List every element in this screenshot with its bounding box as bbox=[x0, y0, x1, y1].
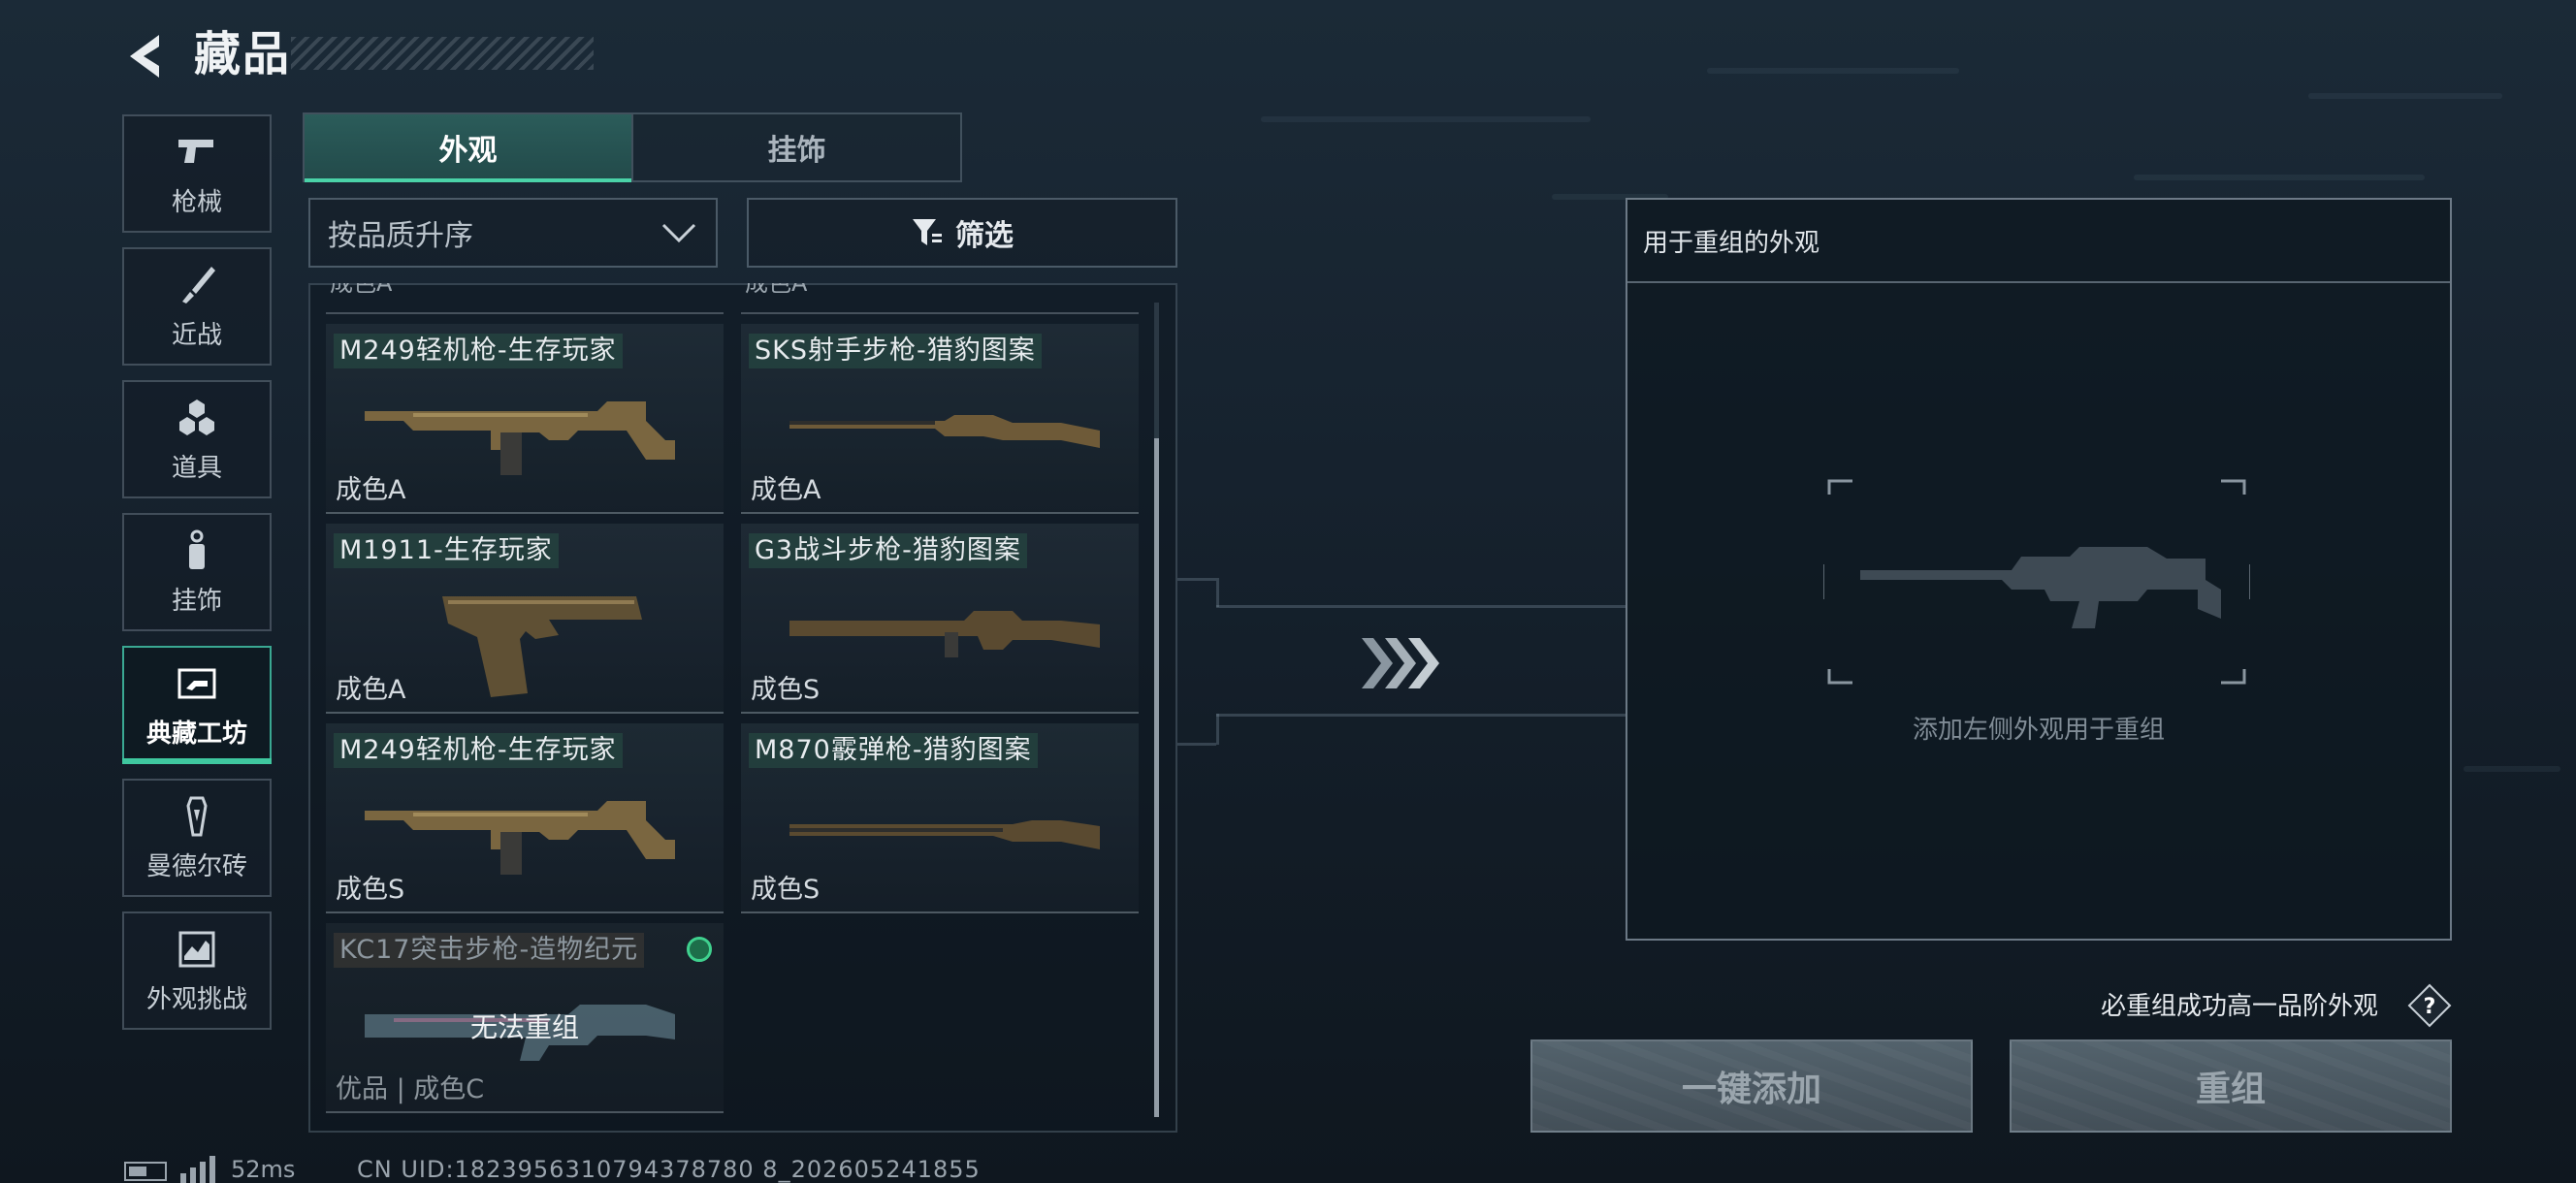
hexagon-cluster-icon bbox=[179, 399, 214, 435]
sidebar-item-mandel-brick[interactable]: 曼德尔砖 bbox=[122, 779, 272, 897]
sidebar-item-label: 枪械 bbox=[171, 187, 222, 217]
item-name: M870霰弹枪-猎豹图案 bbox=[749, 733, 1038, 768]
connector-line bbox=[1177, 743, 1216, 746]
recast-label: 重组 bbox=[2195, 1070, 2266, 1109]
tab-appearance[interactable]: 外观 bbox=[305, 114, 631, 182]
svg-text:?: ? bbox=[2424, 995, 2436, 1019]
rifle-icon bbox=[789, 611, 1100, 657]
ping-value: 52ms bbox=[231, 1156, 296, 1183]
sidebar-item-label: 道具 bbox=[171, 453, 222, 483]
item-name: M249轻机枪-生存玩家 bbox=[334, 334, 623, 368]
add-all-label: 一键添加 bbox=[1681, 1070, 1821, 1109]
item-grade: 成色S bbox=[751, 675, 821, 705]
divider bbox=[1627, 281, 2450, 283]
sidebar-item-label: 挂饰 bbox=[171, 586, 222, 616]
item-grade: 成色S bbox=[751, 875, 821, 905]
connector-line bbox=[1216, 714, 1626, 717]
connector-line bbox=[1177, 578, 1216, 581]
pistol-icon bbox=[178, 139, 213, 163]
chevron-right-icon bbox=[1362, 638, 1439, 688]
item-name: G3战斗步枪-猎豹图案 bbox=[749, 533, 1027, 568]
challenge-icon bbox=[178, 931, 215, 967]
unavailable-label: 无法重组 bbox=[469, 1011, 579, 1043]
sidebar-item-label: 近战 bbox=[171, 320, 222, 350]
recast-hint: 添加左侧外观用于重组 bbox=[1912, 716, 2165, 745]
item-card[interactable]: M1911-生存玩家 成色A bbox=[326, 524, 724, 714]
sidebar-item-charms[interactable]: 挂饰 bbox=[122, 513, 272, 631]
sort-label: 按品质升序 bbox=[328, 219, 473, 253]
filter-button[interactable]: 筛选 bbox=[747, 198, 1177, 268]
battery-icon bbox=[124, 1162, 167, 1181]
lmg-icon bbox=[365, 401, 675, 475]
sidebar-item-label: 曼德尔砖 bbox=[145, 851, 247, 881]
item-name: M249轻机枪-生存玩家 bbox=[334, 733, 623, 768]
guarantee-text: 必重组成功高一品阶外观 bbox=[2101, 992, 2379, 1021]
sidebar-item-label: 外观挑战 bbox=[145, 984, 247, 1014]
partial-grade-right: 成色A bbox=[745, 283, 808, 297]
sidebar-item-appearance-challenge[interactable]: 外观挑战 bbox=[122, 911, 272, 1030]
filter-label: 筛选 bbox=[955, 219, 1014, 253]
sidebar-item-firearms[interactable]: 枪械 bbox=[122, 114, 272, 233]
scrollbar-thumb[interactable] bbox=[1154, 438, 1159, 1117]
row-divider bbox=[326, 312, 724, 314]
lmg-icon bbox=[365, 801, 675, 875]
workshop-icon bbox=[177, 668, 216, 698]
item-name: SKS射手步枪-猎豹图案 bbox=[749, 334, 1042, 368]
signal-icon bbox=[180, 1156, 215, 1183]
item-card[interactable]: M870霰弹枪-猎豹图案 成色S bbox=[741, 723, 1139, 913]
item-grade: 成色A bbox=[336, 675, 406, 705]
equipped-indicator bbox=[687, 937, 712, 962]
partial-grade-left: 成色A bbox=[330, 283, 393, 297]
item-card[interactable]: SKS射手步枪-猎豹图案 成色A bbox=[741, 324, 1139, 514]
help-icon[interactable]: ? bbox=[2407, 983, 2452, 1028]
sidebar-item-melee[interactable]: 近战 bbox=[122, 247, 272, 366]
row-divider bbox=[741, 312, 1139, 314]
sidebar-item-label: 典藏工坊 bbox=[145, 719, 247, 749]
connector-line bbox=[1216, 578, 1219, 607]
item-card[interactable]: M249轻机枪-生存玩家 成色S bbox=[326, 723, 724, 913]
shotgun-icon bbox=[789, 820, 1100, 849]
item-name: KC17突击步枪-造物纪元 bbox=[334, 933, 645, 968]
connector-line bbox=[1216, 605, 1626, 608]
recast-button[interactable]: 重组 bbox=[2010, 1039, 2452, 1133]
item-card[interactable]: G3战斗步枪-猎豹图案 成色S bbox=[741, 524, 1139, 714]
connector-line bbox=[1216, 714, 1219, 745]
sidebar-item-gadgets[interactable]: 道具 bbox=[122, 380, 272, 498]
item-card[interactable]: KC17突击步枪-造物纪元 无法重组 优品 | 成色C bbox=[326, 923, 724, 1113]
user-uid: CN UID:1823956310794378780 8_20260524185… bbox=[357, 1156, 981, 1183]
sidebar-item-workshop[interactable]: 典藏工坊 bbox=[122, 646, 272, 764]
tab-bar: 外观 挂饰 bbox=[303, 112, 962, 182]
charm-icon bbox=[189, 529, 205, 569]
add-all-button[interactable]: 一键添加 bbox=[1530, 1039, 1973, 1133]
chevron-down-icon bbox=[661, 223, 696, 243]
rifle-icon bbox=[789, 415, 1100, 448]
tab-charms[interactable]: 挂饰 bbox=[631, 114, 960, 180]
assault-rifle-placeholder-icon bbox=[1860, 547, 2221, 628]
sort-dropdown[interactable]: 按品质升序 bbox=[308, 198, 718, 268]
recast-panel-title: 用于重组的外观 bbox=[1643, 229, 1820, 258]
back-button[interactable] bbox=[120, 29, 175, 83]
pistol-icon bbox=[442, 596, 642, 697]
knife-icon bbox=[182, 266, 215, 304]
filter-icon bbox=[913, 219, 942, 245]
mandel-brick-icon bbox=[186, 796, 208, 836]
item-grade: 成色A bbox=[336, 475, 406, 505]
item-grade: 优品 | 成色C bbox=[336, 1074, 485, 1104]
item-grade: 成色S bbox=[336, 875, 405, 905]
item-card[interactable]: M249轻机枪-生存玩家 成色A bbox=[326, 324, 724, 514]
back-arrow-icon bbox=[130, 35, 159, 78]
page-title: 藏品 bbox=[194, 27, 292, 81]
item-grade: 成色A bbox=[751, 475, 821, 505]
title-decoration bbox=[291, 37, 594, 70]
